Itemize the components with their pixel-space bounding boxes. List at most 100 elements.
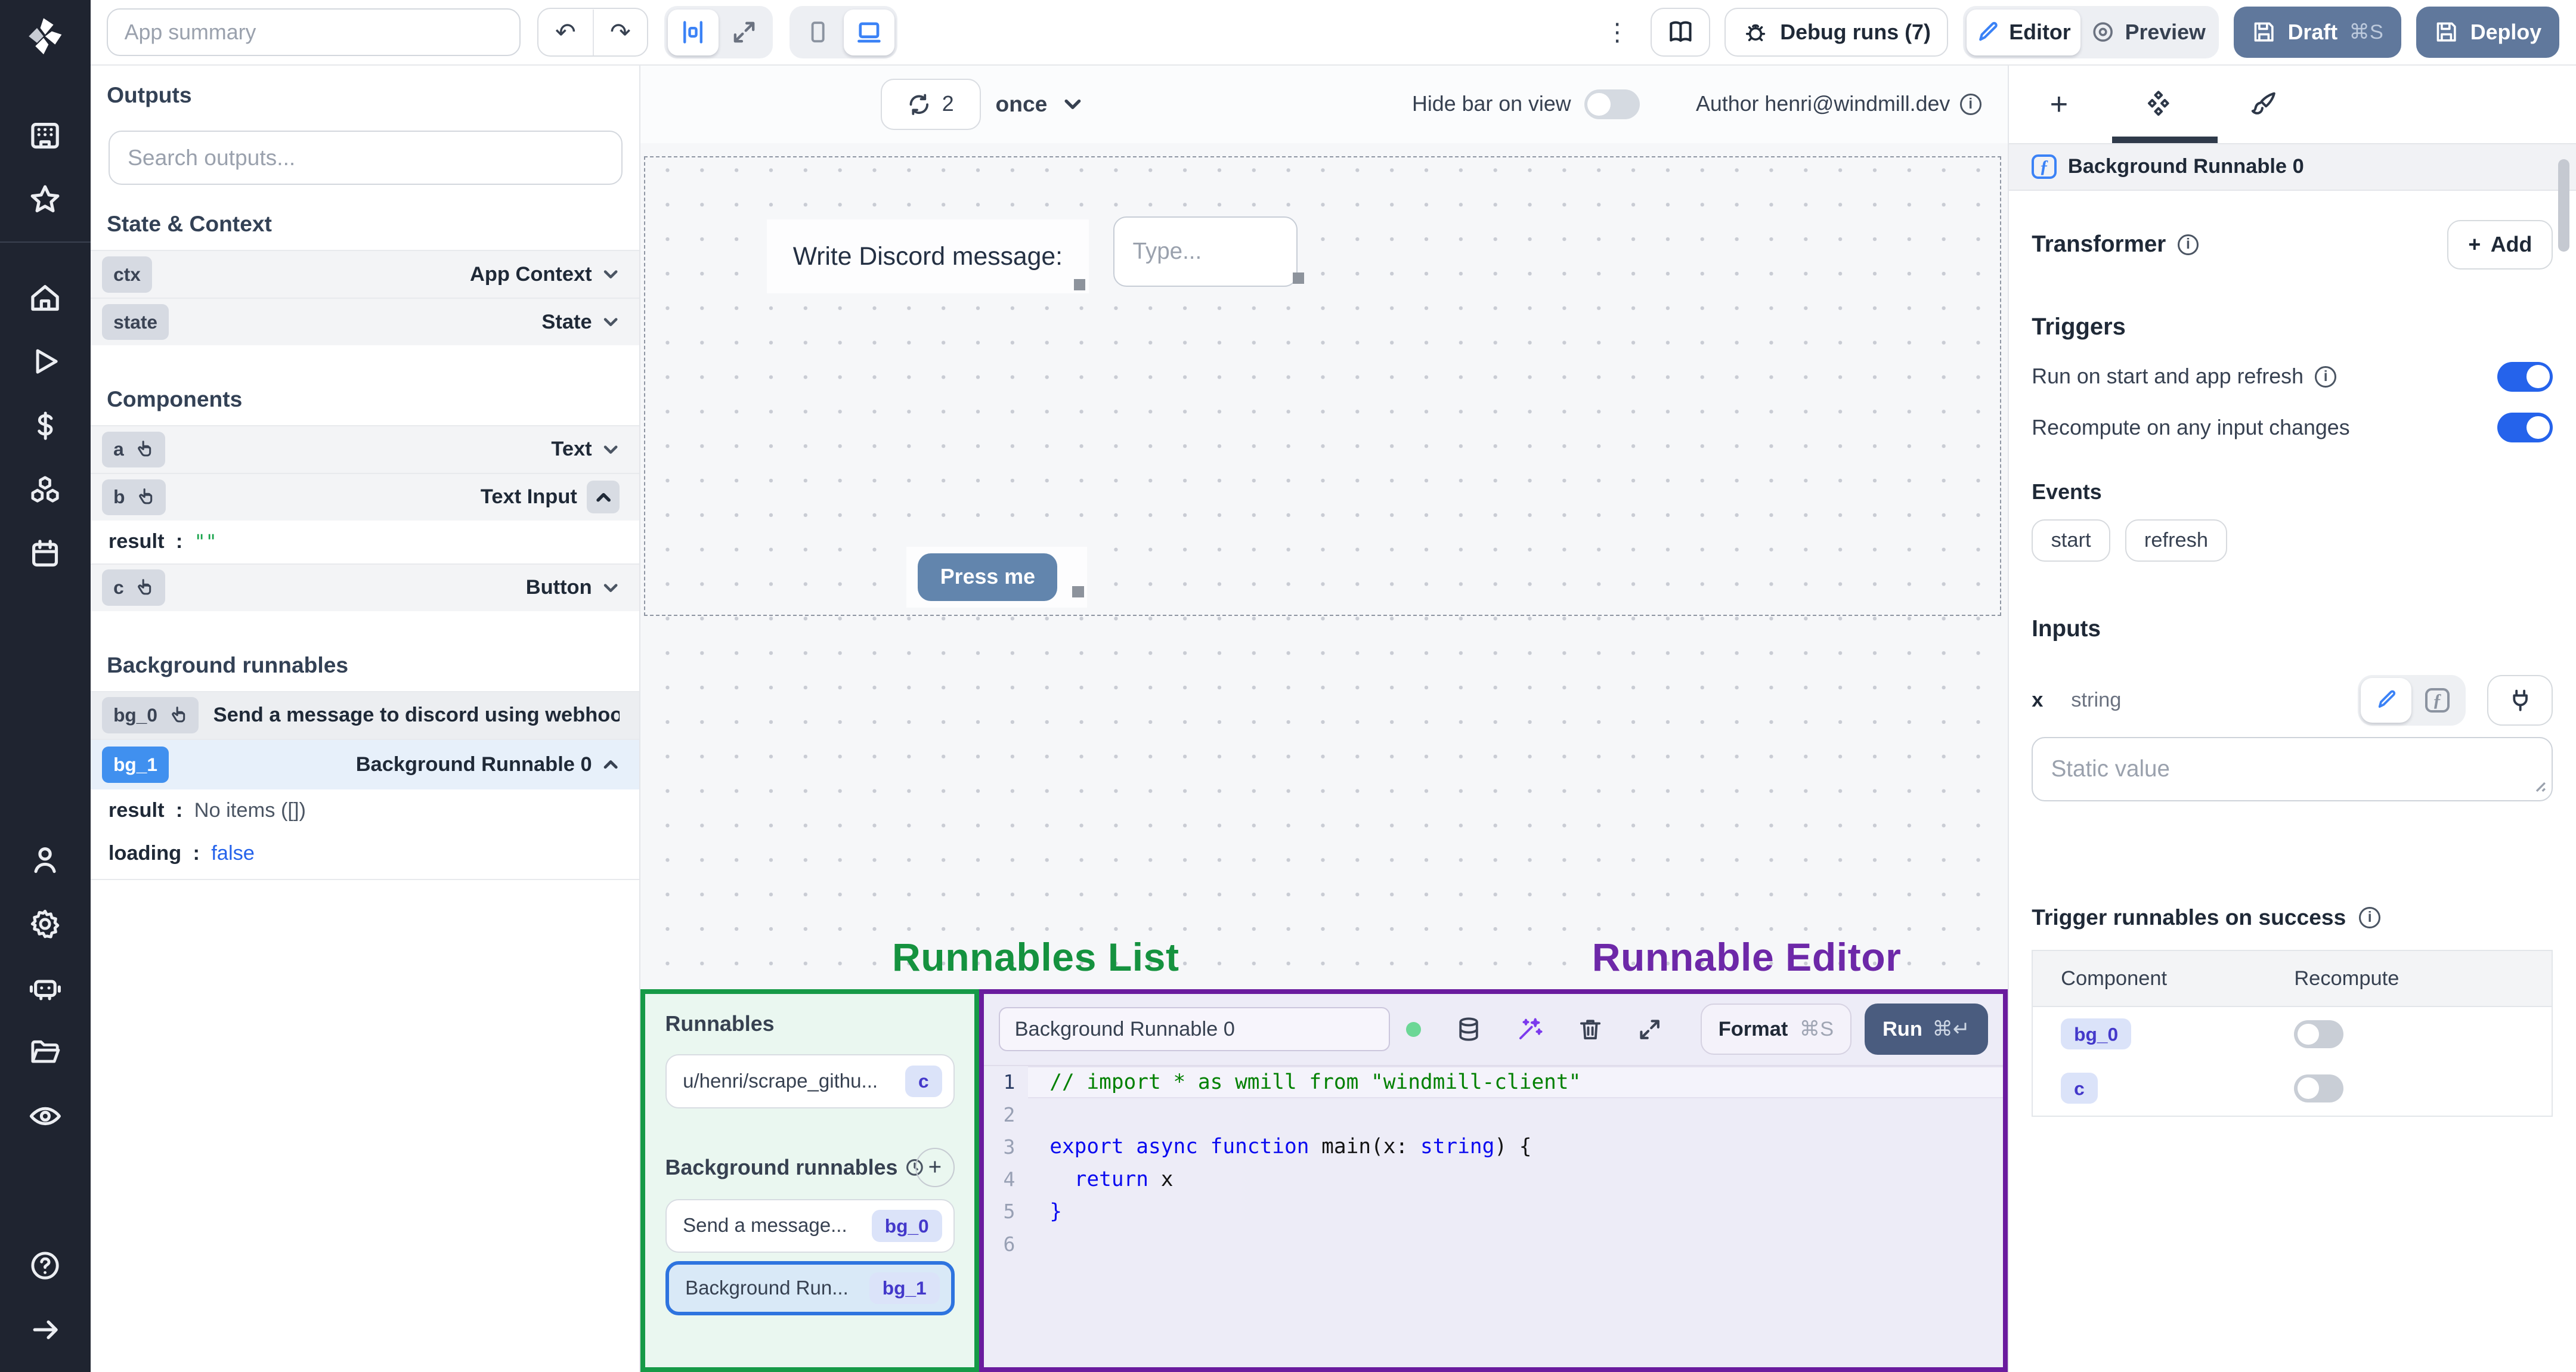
chevron-up-icon	[603, 760, 618, 769]
runnable-item-bg1-selected[interactable]: Background Run... bg_1	[665, 1261, 955, 1316]
runnable-item-bg0[interactable]: Send a message... bg_0	[665, 1198, 955, 1253]
users-icon[interactable]	[0, 828, 91, 892]
styling-brush-tab[interactable]	[2249, 89, 2278, 119]
add-component-tab[interactable]: +	[2050, 86, 2069, 122]
left-rail	[0, 0, 91, 1372]
resize-handle[interactable]	[1292, 272, 1304, 284]
hand-pointer-icon	[172, 706, 185, 723]
runs-play-icon[interactable]	[0, 330, 91, 394]
frequency-dropdown[interactable]: once	[996, 91, 1083, 117]
chevron-up-icon[interactable]	[587, 481, 620, 514]
recompute-toggle[interactable]	[2497, 413, 2553, 442]
runnables-list-annotation: Runnables List	[892, 935, 1179, 980]
bg1-row[interactable]: bg_1 Background Runnable 0	[90, 738, 640, 789]
recompute-toggle-c[interactable]	[2294, 1074, 2343, 1102]
textinput-component[interactable]	[1113, 216, 1311, 293]
resources-cubes-icon[interactable]	[0, 458, 91, 522]
settings-gear-icon[interactable]	[0, 892, 91, 956]
static-value-input[interactable]	[2032, 737, 2553, 801]
static-pen-mode[interactable]	[2361, 678, 2412, 723]
search-outputs-input[interactable]	[108, 131, 623, 185]
redo-button[interactable]: ↷	[592, 9, 647, 55]
add-transformer-button[interactable]: + Add	[2447, 220, 2553, 270]
panel-scrollbar[interactable]	[2558, 159, 2569, 252]
ai-wand-icon[interactable]	[1516, 1016, 1543, 1042]
triggers-title: Triggers	[2032, 314, 2126, 340]
info-icon[interactable]: i	[2177, 234, 2199, 256]
desktop-view-button[interactable]	[843, 9, 894, 55]
code-editor[interactable]: 1 // import * as wmill from "windmill-cl…	[984, 1066, 2003, 1260]
run-button[interactable]: Run ⌘↵	[1864, 1004, 1988, 1055]
format-button[interactable]: Format ⌘S	[1701, 1004, 1852, 1055]
info-icon[interactable]: i	[2359, 906, 2381, 928]
home-icon[interactable]	[0, 266, 91, 330]
audit-eye-icon[interactable]	[0, 1084, 91, 1148]
docs-book-button[interactable]	[1651, 7, 1710, 57]
hide-bar-toggle[interactable]	[1584, 89, 1640, 119]
centered-layout-button[interactable]	[667, 9, 719, 55]
bg0-row[interactable]: bg_0 Send a message to discord using web…	[90, 690, 640, 739]
app-frame: Write Discord message: Press me	[643, 156, 2001, 617]
component-row-b[interactable]: b Text Input	[90, 472, 640, 521]
hand-pointer-icon	[138, 441, 151, 457]
code-line-6: 6	[1003, 1232, 1015, 1256]
refresh-count-button[interactable]: 2	[880, 79, 981, 130]
code-line-3: 3 export async function main (x: string) …	[1003, 1135, 1532, 1159]
bg1-label: Background Runnable 0	[355, 752, 592, 776]
expand-editor-icon[interactable]	[1637, 1017, 1662, 1042]
mobile-view-button[interactable]	[792, 10, 843, 55]
info-icon[interactable]: i	[1959, 94, 1981, 115]
bg-runnables-title: Background runnables	[665, 1155, 898, 1179]
runnable-name-input[interactable]	[998, 1006, 1390, 1052]
settings-diamonds-tab[interactable]	[2144, 89, 2174, 119]
schedules-calendar-icon[interactable]	[0, 522, 91, 586]
help-icon[interactable]	[0, 1234, 91, 1297]
info-icon[interactable]: i	[2315, 366, 2337, 388]
editor-tab[interactable]: Editor	[1966, 9, 2081, 55]
preview-tab[interactable]: Preview	[2080, 10, 2215, 55]
undo-button[interactable]: ↶	[538, 10, 593, 55]
recompute-column-header: Recompute	[2294, 967, 2399, 990]
run-on-start-toggle[interactable]	[2497, 361, 2553, 392]
resize-handle[interactable]	[1072, 586, 1084, 598]
windmill-logo-icon[interactable]	[24, 15, 67, 58]
cache-db-icon[interactable]	[1456, 1016, 1482, 1042]
start-event-chip[interactable]: start	[2032, 519, 2110, 562]
press-me-button[interactable]: Press me	[918, 553, 1058, 601]
transformer-title: Transformer	[2032, 231, 2166, 258]
textinput-component-field[interactable]	[1113, 216, 1298, 287]
runnables-list-panel: Runnables u/henri/scrape_githu... c Back…	[640, 989, 980, 1372]
output-row-ctx[interactable]: ctx App Context	[90, 250, 640, 298]
app-summary-input[interactable]	[107, 8, 521, 57]
folders-icon[interactable]	[0, 1020, 91, 1084]
eval-fn-mode[interactable]: ƒ	[2411, 678, 2462, 722]
collapse-arrow-icon[interactable]	[0, 1298, 91, 1362]
text-component[interactable]: Write Discord message:	[766, 219, 1089, 294]
hand-pointer-icon	[138, 578, 151, 595]
component-row-c[interactable]: c Button	[90, 563, 640, 611]
textarea-resize-icon[interactable]	[2530, 776, 2547, 793]
bug-icon	[1742, 19, 1769, 45]
variables-dollar-icon[interactable]	[0, 394, 91, 457]
refresh-event-chip[interactable]: refresh	[2125, 519, 2228, 562]
apps-icon[interactable]	[0, 104, 91, 168]
fullscreen-layout-button[interactable]	[719, 10, 769, 55]
workers-robot-icon[interactable]	[0, 956, 91, 1020]
resize-handle[interactable]	[1074, 278, 1086, 290]
deploy-button[interactable]: Deploy	[2416, 7, 2560, 58]
favorites-star-icon[interactable]	[0, 168, 91, 231]
component-row-a[interactable]: a Text	[90, 425, 640, 473]
runnable-item-c[interactable]: u/henri/scrape_githu... c	[665, 1054, 955, 1109]
canvas-grid[interactable]: Write Discord message: Press me − 100% +	[640, 143, 2008, 1050]
add-background-runnable-button[interactable]: +	[915, 1148, 955, 1188]
recompute-toggle-bg0[interactable]	[2294, 1020, 2343, 1048]
debug-runs-button[interactable]: Debug runs (7)	[1724, 7, 1949, 57]
more-menu-kebab-icon[interactable]: ⋮	[1598, 18, 1636, 47]
delete-trash-icon[interactable]	[1577, 1016, 1603, 1042]
connect-plug-button[interactable]	[2487, 674, 2553, 726]
ctx-type-label: App Context	[470, 262, 592, 286]
draft-shortcut: ⌘S	[2349, 21, 2383, 44]
output-row-state[interactable]: state State	[90, 298, 640, 346]
loading-value: false	[211, 842, 255, 865]
draft-button[interactable]: Draft ⌘S	[2233, 7, 2402, 58]
